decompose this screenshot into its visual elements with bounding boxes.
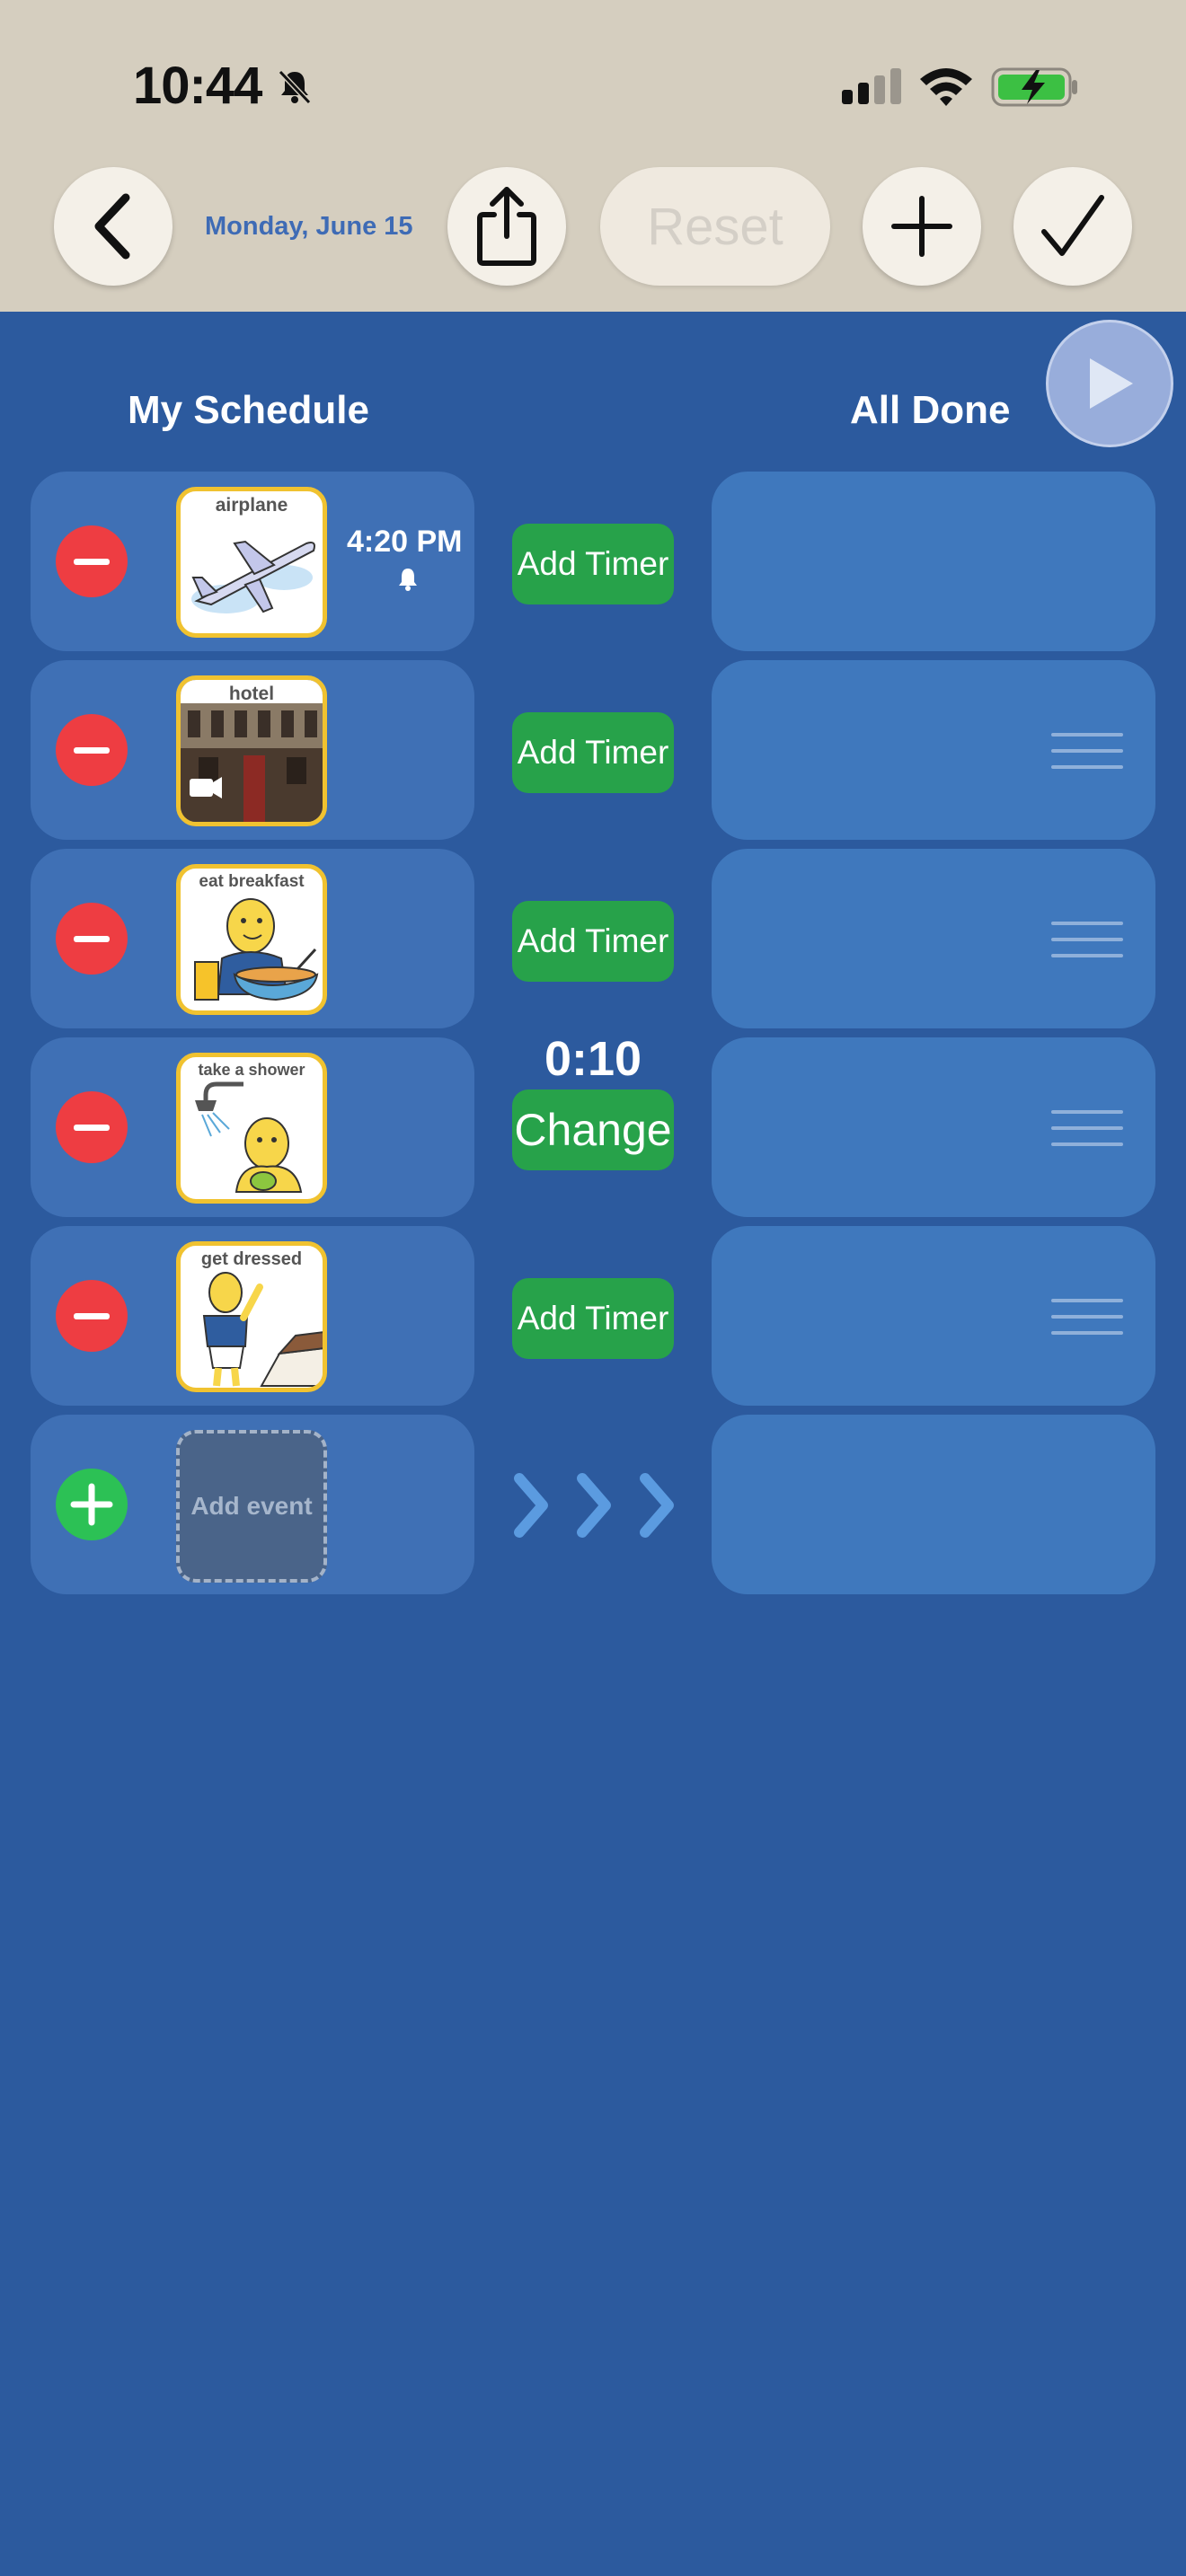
get-dressed-icon [202, 1272, 323, 1387]
share-icon [477, 187, 536, 266]
add-timer-button[interactable]: Add Timer [512, 901, 674, 982]
add-timer-button[interactable]: Add Timer [512, 1278, 674, 1359]
add-timer-button[interactable]: Add Timer [512, 524, 674, 604]
status-time: 10:44 [133, 57, 262, 115]
change-timer-button[interactable]: Change [512, 1090, 674, 1170]
delete-event-button[interactable] [56, 1091, 128, 1163]
schedule-column-title: My Schedule [128, 388, 369, 432]
add-event-tile[interactable]: Add event [176, 1430, 327, 1583]
timer-value: 0:10 [544, 1032, 642, 1086]
chevron-left-icon [94, 193, 130, 260]
delete-event-button[interactable] [56, 1280, 128, 1352]
alarm-time: 4:20 PM [347, 525, 463, 559]
cellular-signal-icon [842, 68, 901, 104]
airplane-icon [191, 540, 315, 613]
event-card-get-dressed[interactable]: get dressed [176, 1241, 327, 1392]
delete-event-button[interactable] [56, 903, 128, 975]
drag-handle-icon[interactable] [1051, 1110, 1123, 1150]
bell-icon [399, 569, 417, 591]
top-toolbar: 10:44 Monday, June 15 Reset [0, 0, 1186, 312]
add-button[interactable] [863, 167, 981, 286]
plus-icon [891, 196, 952, 257]
done-slot [712, 1415, 1155, 1594]
reset-button[interactable]: Reset [600, 167, 830, 286]
chevron-right-icon [514, 1473, 674, 1538]
done-button[interactable] [1013, 167, 1132, 286]
event-card-hotel[interactable]: hotel [176, 675, 327, 826]
done-slot [712, 472, 1155, 651]
plus-icon [70, 1483, 113, 1526]
play-button[interactable] [1046, 320, 1173, 447]
share-button[interactable] [447, 167, 566, 286]
checkmark-icon [1041, 195, 1104, 256]
done-column-title: All Done [850, 388, 1011, 432]
drag-handle-icon[interactable] [1051, 733, 1123, 772]
back-button[interactable] [54, 167, 173, 286]
breakfast-icon [194, 898, 319, 1001]
schedule-date: Monday, June 15 [205, 212, 413, 241]
event-card-airplane[interactable]: airplane [176, 487, 327, 638]
wifi-icon [920, 68, 972, 106]
delete-event-button[interactable] [56, 714, 128, 786]
bell-muted-icon [278, 69, 312, 105]
drag-handle-icon[interactable] [1051, 922, 1123, 961]
event-card-take-a-shower[interactable]: take a shower [176, 1053, 327, 1204]
battery-charging-icon [991, 67, 1077, 107]
play-icon [1090, 358, 1133, 409]
event-label: hotel [228, 684, 275, 704]
delete-event-button[interactable] [56, 525, 128, 597]
shower-icon [195, 1081, 303, 1193]
drag-handle-icon[interactable] [1051, 1299, 1123, 1338]
add-timer-button[interactable]: Add Timer [512, 712, 674, 793]
event-card-eat-breakfast[interactable]: eat breakfast [176, 864, 327, 1015]
add-event-button[interactable] [56, 1469, 128, 1540]
